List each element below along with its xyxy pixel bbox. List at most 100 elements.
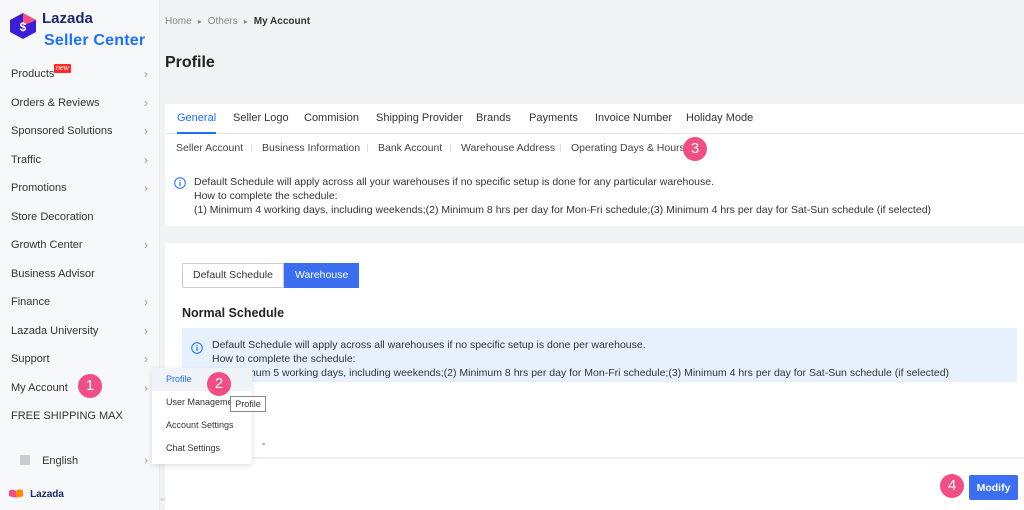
chevron-right-icon: › xyxy=(144,380,148,395)
chevron-right-icon: › xyxy=(144,455,148,467)
sidebar-item-store-decoration[interactable]: Store Decoration xyxy=(0,203,160,232)
sidebar-item-free-shipping-max[interactable]: FREE SHIPPING MAX xyxy=(0,402,160,431)
language-selector[interactable]: English › xyxy=(0,450,160,472)
info-text-line: (1) Minimum 4 working days, including we… xyxy=(194,204,932,216)
sidebar-item-label: Business Advisor xyxy=(11,267,95,280)
chevron-right-icon: › xyxy=(144,67,148,81)
step-badge-3: 3 xyxy=(683,137,707,161)
breadcrumb-separator-icon: ▸ xyxy=(197,17,202,26)
sidebar-item-label: FREE SHIPPING MAX xyxy=(11,410,123,422)
info-text-line: (1) Minimum 5 working days, including we… xyxy=(212,367,950,379)
sidebar-item-products[interactable]: Products new › xyxy=(0,60,160,89)
lazada-logo[interactable]: $ Lazada Seller Center xyxy=(8,10,158,54)
warehouse-button[interactable]: Warehouse xyxy=(283,263,360,288)
sidebar-item-finance[interactable]: Finance › xyxy=(0,288,160,317)
modify-button[interactable]: Modify xyxy=(969,475,1018,500)
language-flag-icon xyxy=(20,455,30,465)
chevron-right-icon: › xyxy=(144,352,148,366)
info-icon xyxy=(174,177,186,189)
subtab-divider xyxy=(560,144,561,152)
footer-brand: Lazada xyxy=(30,489,64,500)
breadcrumb: Home ▸ Others ▸ My Account xyxy=(165,16,310,27)
normal-schedule-title: Normal Schedule xyxy=(182,306,285,320)
tab-seller-logo[interactable]: Seller Logo xyxy=(233,104,289,134)
tab-shipping-provider[interactable]: Shipping Provider xyxy=(376,104,463,134)
sidebar-item-orders-reviews[interactable]: Orders & Reviews › xyxy=(0,89,160,118)
info-text-line: Default Schedule will apply across all w… xyxy=(212,339,646,351)
info-icon xyxy=(191,342,203,354)
sidebar-item-label: Products xyxy=(11,68,55,80)
normal-schedule-notice: Default Schedule will apply across all w… xyxy=(182,328,1017,382)
sidebar-item-label: My Account xyxy=(11,381,68,394)
schedule-panel: Default Schedule Warehouse Normal Schedu… xyxy=(165,243,1024,510)
sidebar-item-business-advisor[interactable]: Business Advisor xyxy=(0,260,160,289)
submenu-item-account-settings[interactable]: Account Settings xyxy=(152,414,252,437)
sidebar-item-label: Store Decoration xyxy=(11,210,94,223)
sidebar-item-label: Orders & Reviews xyxy=(11,96,100,109)
breadcrumb-current: My Account xyxy=(253,16,311,27)
profile-tooltip: Profile xyxy=(230,396,266,412)
lazada-logo-icon: $ xyxy=(10,13,36,39)
sidebar-item-label: Support xyxy=(11,353,50,365)
subtab-divider xyxy=(251,144,252,152)
subtab-divider xyxy=(367,144,368,152)
subtab-bank-account[interactable]: Bank Account xyxy=(378,138,442,158)
submenu-item-chat-settings[interactable]: Chat Settings xyxy=(152,437,252,460)
tab-payments[interactable]: Payments xyxy=(529,104,578,134)
profile-subtabs: Seller Account Business Information Bank… xyxy=(165,138,1024,158)
chevron-right-icon: › xyxy=(144,238,148,252)
tab-brands[interactable]: Brands xyxy=(476,104,511,134)
info-text-line: How to complete the schedule: xyxy=(212,353,356,365)
info-text-line: Default Schedule will apply across all y… xyxy=(194,176,715,188)
sidebar-item-support[interactable]: Support › xyxy=(0,345,160,374)
submenu-item-profile[interactable]: Profile xyxy=(152,368,252,391)
breadcrumb-others[interactable]: Others xyxy=(208,16,238,27)
main-content: Home ▸ Others ▸ My Account Profile General S… xyxy=(165,0,1024,510)
sidebar-item-label: Promotions xyxy=(11,182,67,194)
language-label: English xyxy=(42,455,79,467)
subtab-divider xyxy=(450,144,451,152)
sidebar-item-label: Sponsored Solutions xyxy=(11,125,113,137)
schedule-type-toggle: Default Schedule Warehouse xyxy=(182,263,360,288)
sidebar-item-traffic[interactable]: Traffic › xyxy=(0,146,160,175)
sidebar-item-label: Finance xyxy=(11,296,51,308)
page-title: Profile xyxy=(165,54,215,71)
tab-general[interactable]: General xyxy=(177,104,217,134)
my-account-submenu: Profile User Management Account Settings… xyxy=(152,368,252,464)
new-badge: new xyxy=(54,64,71,73)
chevron-right-icon: › xyxy=(144,95,148,110)
tab-commision[interactable]: Commision xyxy=(304,104,359,134)
footer-logo: Lazada xyxy=(8,488,64,502)
tab-invoice-number[interactable]: Invoice Number xyxy=(595,104,672,134)
step-badge-2: 2 xyxy=(207,372,231,396)
lazada-heart-icon xyxy=(9,489,23,498)
sidebar-item-growth-center[interactable]: Growth Center › xyxy=(0,231,160,260)
breadcrumb-separator-icon: ▸ xyxy=(243,17,248,26)
sidebar-item-label: Traffic xyxy=(11,153,41,166)
subtab-seller-account[interactable]: Seller Account xyxy=(176,138,243,158)
default-schedule-button[interactable]: Default Schedule xyxy=(182,263,284,288)
svg-text:$: $ xyxy=(20,20,27,34)
chevron-right-icon: › xyxy=(144,152,148,167)
breadcrumb-home[interactable]: Home xyxy=(165,16,192,27)
tab-holiday-mode[interactable]: Holiday Mode xyxy=(686,104,753,134)
subtab-business-information[interactable]: Business Information xyxy=(262,138,360,158)
profile-panel: General Seller Logo Commision Shipping P… xyxy=(165,104,1024,226)
step-badge-4: 4 xyxy=(940,474,964,498)
subtab-warehouse-address[interactable]: Warehouse Address xyxy=(461,138,555,158)
schedule-placeholder-dash: - xyxy=(262,439,266,450)
product-name: Seller Center xyxy=(44,32,146,49)
panel-divider xyxy=(165,457,1024,459)
sidebar-item-sponsored-solutions[interactable]: Sponsored Solutions › xyxy=(0,117,160,146)
sidebar-item-lazada-university[interactable]: Lazada University › xyxy=(0,317,160,346)
brand-name: Lazada xyxy=(42,10,93,27)
subtab-operating-days-hours[interactable]: Operating Days & Hours xyxy=(571,138,685,158)
sidebar: $ Lazada Seller Center Products new › Or… xyxy=(0,0,160,510)
sidebar-item-promotions[interactable]: Promotions › xyxy=(0,174,160,203)
chevron-right-icon: › xyxy=(144,124,148,138)
profile-tabs: General Seller Logo Commision Shipping P… xyxy=(165,104,1024,134)
chevron-right-icon: › xyxy=(144,181,148,195)
sidebar-item-label: Lazada University xyxy=(11,324,99,337)
chevron-right-icon: › xyxy=(144,323,148,338)
info-text-line: How to complete the schedule: xyxy=(194,190,338,202)
